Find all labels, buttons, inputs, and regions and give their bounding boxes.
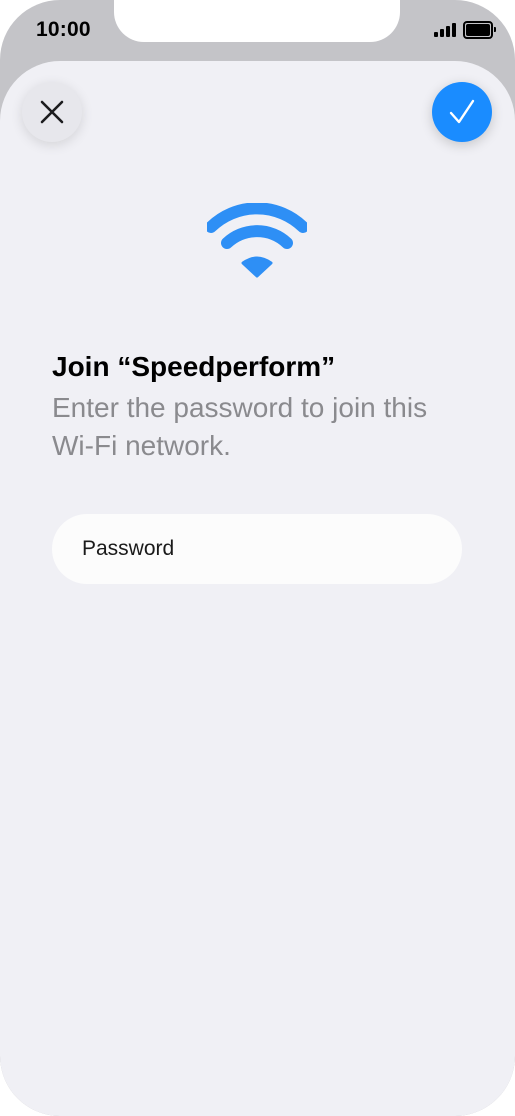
status-icons [434,21,496,39]
join-network-sheet: Join “Speedperform” Enter the password t… [0,61,515,1116]
notch [114,0,400,42]
wifi-icon [207,203,307,278]
close-icon [40,100,64,124]
cellular-signal-icon [434,23,456,37]
close-button[interactable] [22,82,82,142]
phone-screen: 10:00 Join “Speedperform” Enter the pass… [0,0,515,1116]
password-field-container[interactable] [52,514,462,584]
battery-full-icon [463,21,496,39]
status-time: 10:00 [36,18,91,41]
page-subtitle: Enter the password to join this Wi-Fi ne… [52,392,428,461]
page-title: Join “Speedperform” [52,351,336,382]
password-input[interactable] [80,536,434,562]
join-confirm-button[interactable] [432,82,492,142]
checkmark-icon [449,99,475,124]
